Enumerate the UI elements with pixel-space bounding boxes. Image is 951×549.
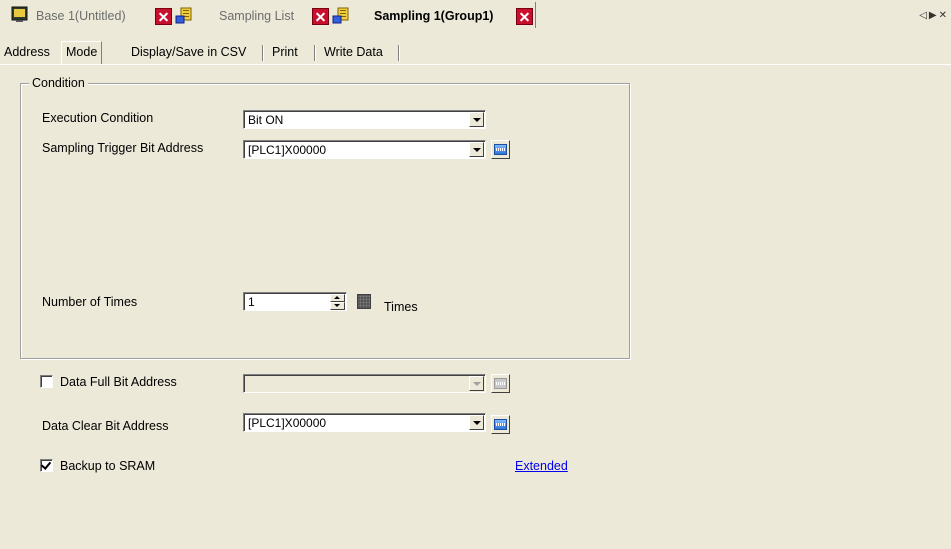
data-full-label: Data Full Bit Address [60, 375, 177, 389]
doc-tab-sampling-list[interactable]: Sampling List [219, 7, 294, 25]
data-clear-label: Data Clear Bit Address [42, 419, 169, 433]
chevron-down-icon[interactable] [469, 142, 484, 157]
tab-mode[interactable]: Mode [61, 41, 103, 65]
chevron-down-icon[interactable] [469, 112, 484, 127]
doc-tab-label: Base 1(Untitled) [36, 9, 126, 23]
calculator-icon[interactable] [357, 294, 371, 309]
data-full-checkbox[interactable] [40, 375, 53, 388]
tab-separator [262, 45, 263, 61]
data-clear-keypad-button[interactable] [491, 415, 510, 434]
trigger-bit-keypad-button[interactable] [491, 140, 510, 159]
doc-tab-base1[interactable]: Base 1(Untitled) [36, 7, 126, 25]
scroll-right-icon[interactable]: ▶ [929, 10, 939, 21]
scroll-left-icon[interactable]: ◁ [919, 10, 929, 21]
backup-sram-label: Backup to SRAM [60, 459, 156, 473]
close-all-icon[interactable]: ✕ [939, 10, 949, 21]
data-full-keypad-button[interactable] [491, 374, 510, 393]
trigger-bit-label: Sampling Trigger Bit Address [42, 141, 204, 155]
doc-tab-label: Sampling List [219, 9, 295, 23]
property-tabs: Address Mode Display/Save in CSV Print W… [0, 41, 951, 65]
screen-icon [11, 6, 28, 22]
data-clear-value: [PLC1]X00000 [248, 416, 327, 430]
trigger-bit-address-select[interactable]: [PLC1]X00000 [243, 140, 486, 159]
spin-down-icon[interactable] [330, 302, 345, 310]
close-tab-sampling1-icon[interactable] [516, 8, 533, 25]
execution-condition-label: Execution Condition [42, 111, 154, 125]
number-of-times-value: 1 [248, 295, 255, 309]
data-full-address-select[interactable] [243, 374, 486, 393]
close-tab-base1-icon[interactable] [155, 8, 172, 25]
keypad-icon [494, 144, 507, 155]
number-of-times-label: Number of Times [42, 295, 138, 309]
document-tab-strip: Base 1(Untitled) Sampling List Sampling … [0, 0, 951, 30]
tab-separator [314, 45, 315, 61]
close-tab-sampling-list-icon[interactable] [312, 8, 329, 25]
tab-write-data[interactable]: Write Data [320, 42, 387, 63]
keypad-icon [494, 419, 507, 430]
tab-print[interactable]: Print [268, 42, 302, 63]
tab-separator [398, 45, 399, 61]
execution-condition-value: Bit ON [248, 113, 284, 127]
number-of-times-spinner[interactable]: 1 [243, 292, 347, 311]
tab-nav-arrows[interactable]: ◁▶✕ [919, 10, 949, 21]
spin-up-icon[interactable] [330, 294, 345, 302]
tab-baseline [0, 64, 951, 65]
keypad-icon [494, 378, 507, 389]
execution-condition-select[interactable]: Bit ON [243, 110, 486, 129]
list-icon [175, 7, 192, 24]
tab-display-save-csv[interactable]: Display/Save in CSV [127, 42, 250, 63]
doc-tab-label: Sampling 1(Group1) [374, 9, 494, 23]
condition-legend: Condition [29, 76, 88, 90]
list-icon [332, 7, 349, 24]
doc-tab-sampling1[interactable]: Sampling 1(Group1) [374, 7, 493, 25]
backup-sram-checkbox[interactable] [40, 459, 53, 472]
chevron-down-icon[interactable] [469, 415, 484, 430]
tab-divider [535, 2, 536, 28]
data-clear-address-select[interactable]: [PLC1]X00000 [243, 413, 486, 432]
chevron-down-icon[interactable] [469, 376, 484, 391]
extended-link[interactable]: Extended [515, 459, 568, 473]
times-unit-label: Times [384, 300, 418, 314]
tab-address[interactable]: Address [0, 42, 54, 63]
trigger-bit-value: [PLC1]X00000 [248, 143, 327, 157]
